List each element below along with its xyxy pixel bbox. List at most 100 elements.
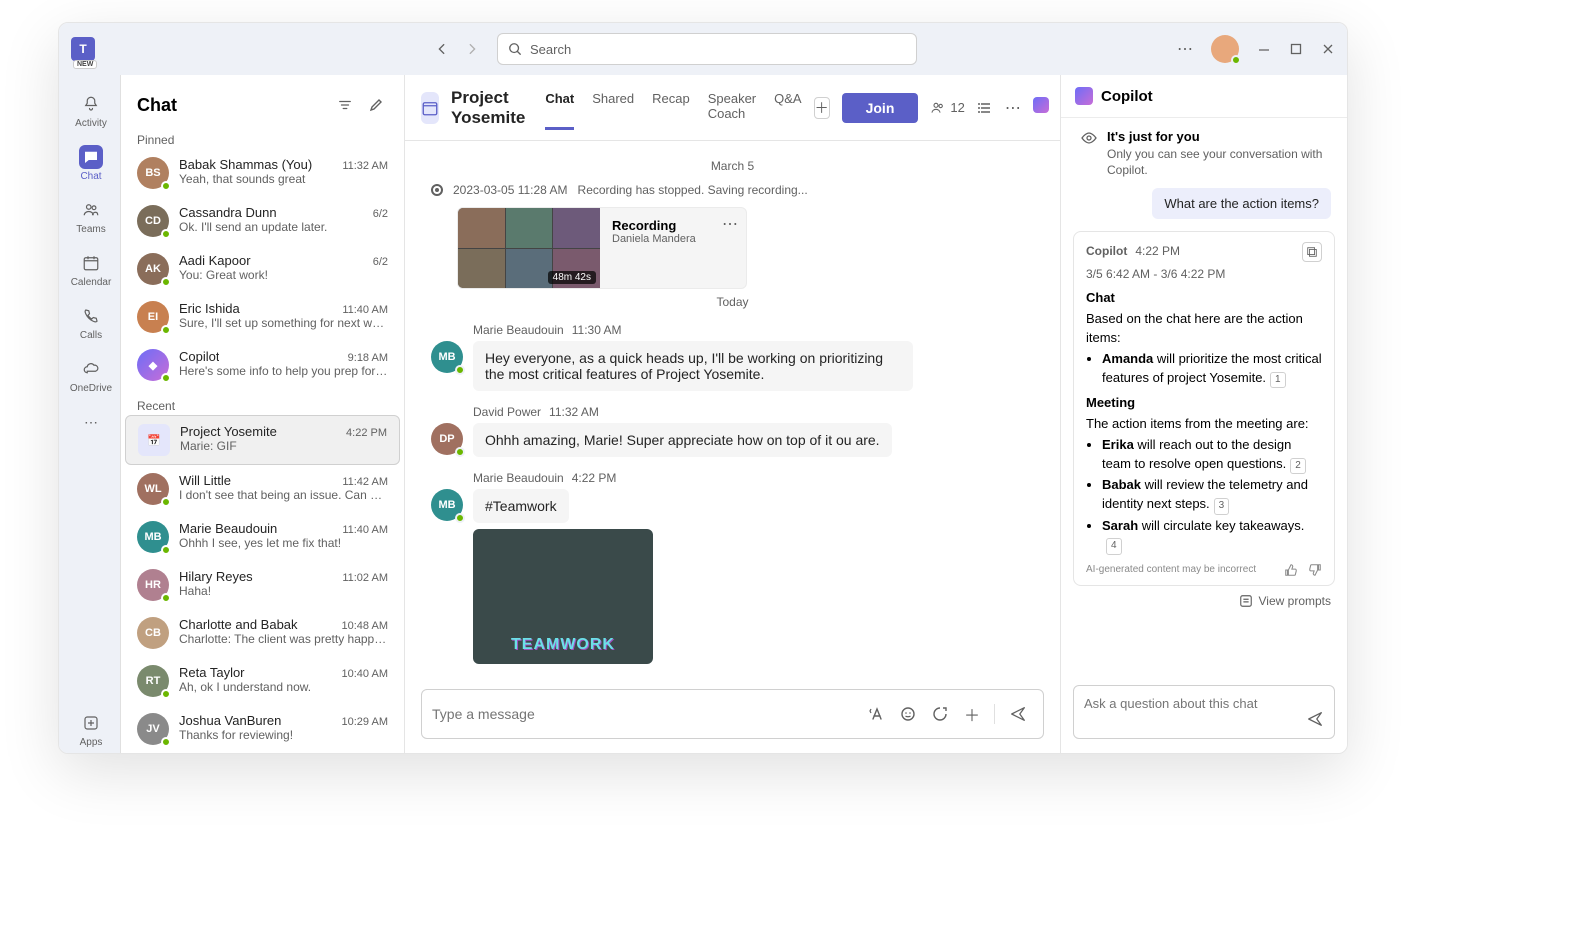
tab-q-a[interactable]: Q&A xyxy=(774,85,801,130)
chat-item-preview: Charlotte: The client was pretty happy w… xyxy=(179,632,388,646)
copilot-input[interactable] xyxy=(1084,696,1298,711)
privacy-title: It's just for you xyxy=(1107,128,1327,146)
avatar: DP xyxy=(431,423,463,455)
chat-list-item[interactable]: CBCharlotte and Babak10:48 AMCharlotte: … xyxy=(125,609,400,657)
user-avatar[interactable] xyxy=(1211,35,1239,63)
chat-list-item[interactable]: ◆Copilot9:18 AMHere's some info to help … xyxy=(125,341,400,389)
chat-heading: Chat xyxy=(1086,289,1322,308)
chat-item-name: Eric Ishida xyxy=(179,301,240,316)
chat-list-item[interactable]: 📅Project Yosemite4:22 PMMarie: GIF xyxy=(125,415,400,465)
copilot-scroll[interactable]: It's just for you Only you can see your … xyxy=(1061,118,1347,679)
rail-teams[interactable]: Teams xyxy=(59,191,121,240)
join-button[interactable]: Join xyxy=(842,93,919,123)
filter-button[interactable] xyxy=(334,94,356,116)
reference-badge[interactable]: 4 xyxy=(1106,538,1122,555)
chat-item-preview: Here's some info to help you prep for yo… xyxy=(179,364,388,378)
minimize-button[interactable] xyxy=(1257,42,1271,56)
settings-more-button[interactable]: ⋯ xyxy=(1177,39,1193,59)
chat-list-scroll[interactable]: BSBabak Shammas (You)11:32 AMYeah, that … xyxy=(121,149,404,753)
chat-list-item[interactable]: JVJoshua VanBuren10:29 AMThanks for revi… xyxy=(125,705,400,753)
copilot-title: Copilot xyxy=(1101,88,1153,105)
avatar: CB xyxy=(137,617,169,649)
format-button[interactable] xyxy=(862,702,890,726)
phone-icon xyxy=(79,304,103,328)
rail-onedrive[interactable]: OneDrive xyxy=(59,350,121,399)
chat-item-time: 11:02 AM xyxy=(342,572,388,584)
loop-button[interactable] xyxy=(926,702,954,726)
chat-list-item[interactable]: AKAadi Kapoor6/2You: Great work! xyxy=(125,245,400,293)
forward-button[interactable] xyxy=(465,42,479,56)
more-options-button[interactable]: ⋯ xyxy=(1005,98,1021,118)
avatar: EI xyxy=(137,301,169,333)
reference-badge[interactable]: 3 xyxy=(1214,498,1230,515)
tab-recap[interactable]: Recap xyxy=(652,85,690,130)
rail-label: Calendar xyxy=(71,277,112,288)
meeting-intro: The action items from the meeting are: xyxy=(1086,415,1322,434)
close-button[interactable] xyxy=(1321,42,1335,56)
add-tab-button[interactable]: ＋ xyxy=(814,97,830,119)
copilot-input-box[interactable] xyxy=(1073,685,1335,739)
compose-box[interactable]: ＋ xyxy=(421,689,1044,739)
rail-label: Apps xyxy=(80,737,103,748)
rail-calls[interactable]: Calls xyxy=(59,297,121,346)
tab-shared[interactable]: Shared xyxy=(592,85,634,130)
thumbs-down-button[interactable] xyxy=(1308,563,1322,577)
maximize-button[interactable] xyxy=(1289,42,1303,56)
reference-badge[interactable]: 2 xyxy=(1290,458,1306,475)
teams-window: TNEW Search ⋯ Activity xyxy=(58,22,1348,754)
app-rail: Activity Chat Teams Calendar Calls OneDr… xyxy=(59,75,121,753)
search-box[interactable]: Search xyxy=(497,33,917,65)
recording-duration: 48m 42s xyxy=(548,271,596,284)
chat-item-name: Will Little xyxy=(179,473,231,488)
chat-item-time: 6/2 xyxy=(373,256,388,268)
chat-item-name: Copilot xyxy=(179,349,219,364)
back-button[interactable] xyxy=(435,42,449,56)
chat-list-item[interactable]: RTReta Taylor10:40 AMAh, ok I understand… xyxy=(125,657,400,705)
avatar: MB xyxy=(431,341,463,373)
chat-item-preview: Ah, ok I understand now. xyxy=(179,680,388,694)
send-button[interactable] xyxy=(1003,701,1033,727)
section-pinned: Pinned xyxy=(121,127,404,149)
chat-list-item[interactable]: CDCassandra Dunn6/2Ok. I'll send an upda… xyxy=(125,197,400,245)
reference-badge[interactable]: 1 xyxy=(1270,372,1286,389)
message-scroll[interactable]: March 5 2023-03-05 11:28 AM Recording ha… xyxy=(405,141,1060,679)
emoji-button[interactable] xyxy=(894,702,922,726)
message-bubble: Hey everyone, as a quick heads up, I'll … xyxy=(473,341,913,391)
chat-list-item[interactable]: EIEric Ishida11:40 AMSure, I'll set up s… xyxy=(125,293,400,341)
recording-more-button[interactable]: ⋯ xyxy=(722,214,738,234)
rail-apps[interactable]: Apps xyxy=(59,704,121,753)
chat-item-name: Charlotte and Babak xyxy=(179,617,298,632)
copilot-toggle-button[interactable] xyxy=(1033,97,1049,118)
list-view-button[interactable] xyxy=(977,100,993,116)
rail-activity[interactable]: Activity xyxy=(59,85,121,134)
avatar: MB xyxy=(431,489,463,521)
presence-available-icon xyxy=(161,277,171,287)
meeting-heading: Meeting xyxy=(1086,394,1322,413)
chat-list-item[interactable]: WLWill Little11:42 AMI don't see that be… xyxy=(125,465,400,513)
copilot-send-button[interactable] xyxy=(1306,710,1324,728)
participants-button[interactable]: 12 xyxy=(930,100,964,116)
presence-available-icon xyxy=(161,497,171,507)
tab-chat[interactable]: Chat xyxy=(545,85,574,130)
avatar: WL xyxy=(137,473,169,505)
avatar: MB xyxy=(137,521,169,553)
rail-calendar[interactable]: Calendar xyxy=(59,244,121,293)
actions-button[interactable]: ＋ xyxy=(958,698,986,730)
tab-speaker-coach[interactable]: Speaker Coach xyxy=(708,85,756,130)
search-icon xyxy=(508,42,522,56)
copy-button[interactable] xyxy=(1302,242,1322,262)
thumbs-up-button[interactable] xyxy=(1284,563,1298,577)
chat-list-item[interactable]: HRHilary Reyes11:02 AMHaha! xyxy=(125,561,400,609)
rail-chat[interactable]: Chat xyxy=(59,138,121,187)
recording-card[interactable]: 48m 42s Recording Daniela Mandera ⋯ xyxy=(457,207,747,289)
compose-input[interactable] xyxy=(432,706,858,722)
rail-more[interactable]: ⋯ xyxy=(59,403,121,439)
new-chat-button[interactable] xyxy=(364,93,388,117)
gif-attachment[interactable]: TEAMWORK xyxy=(473,529,653,664)
chat-list-item[interactable]: MBMarie Beaudouin11:40 AMOhhh I see, yes… xyxy=(125,513,400,561)
presence-available-icon xyxy=(161,373,171,383)
chat-list-item[interactable]: BSBabak Shammas (You)11:32 AMYeah, that … xyxy=(125,149,400,197)
message-time: 11:32 AM xyxy=(549,405,599,419)
view-prompts-button[interactable]: View prompts xyxy=(1077,594,1331,608)
section-recent: Recent xyxy=(121,393,404,415)
